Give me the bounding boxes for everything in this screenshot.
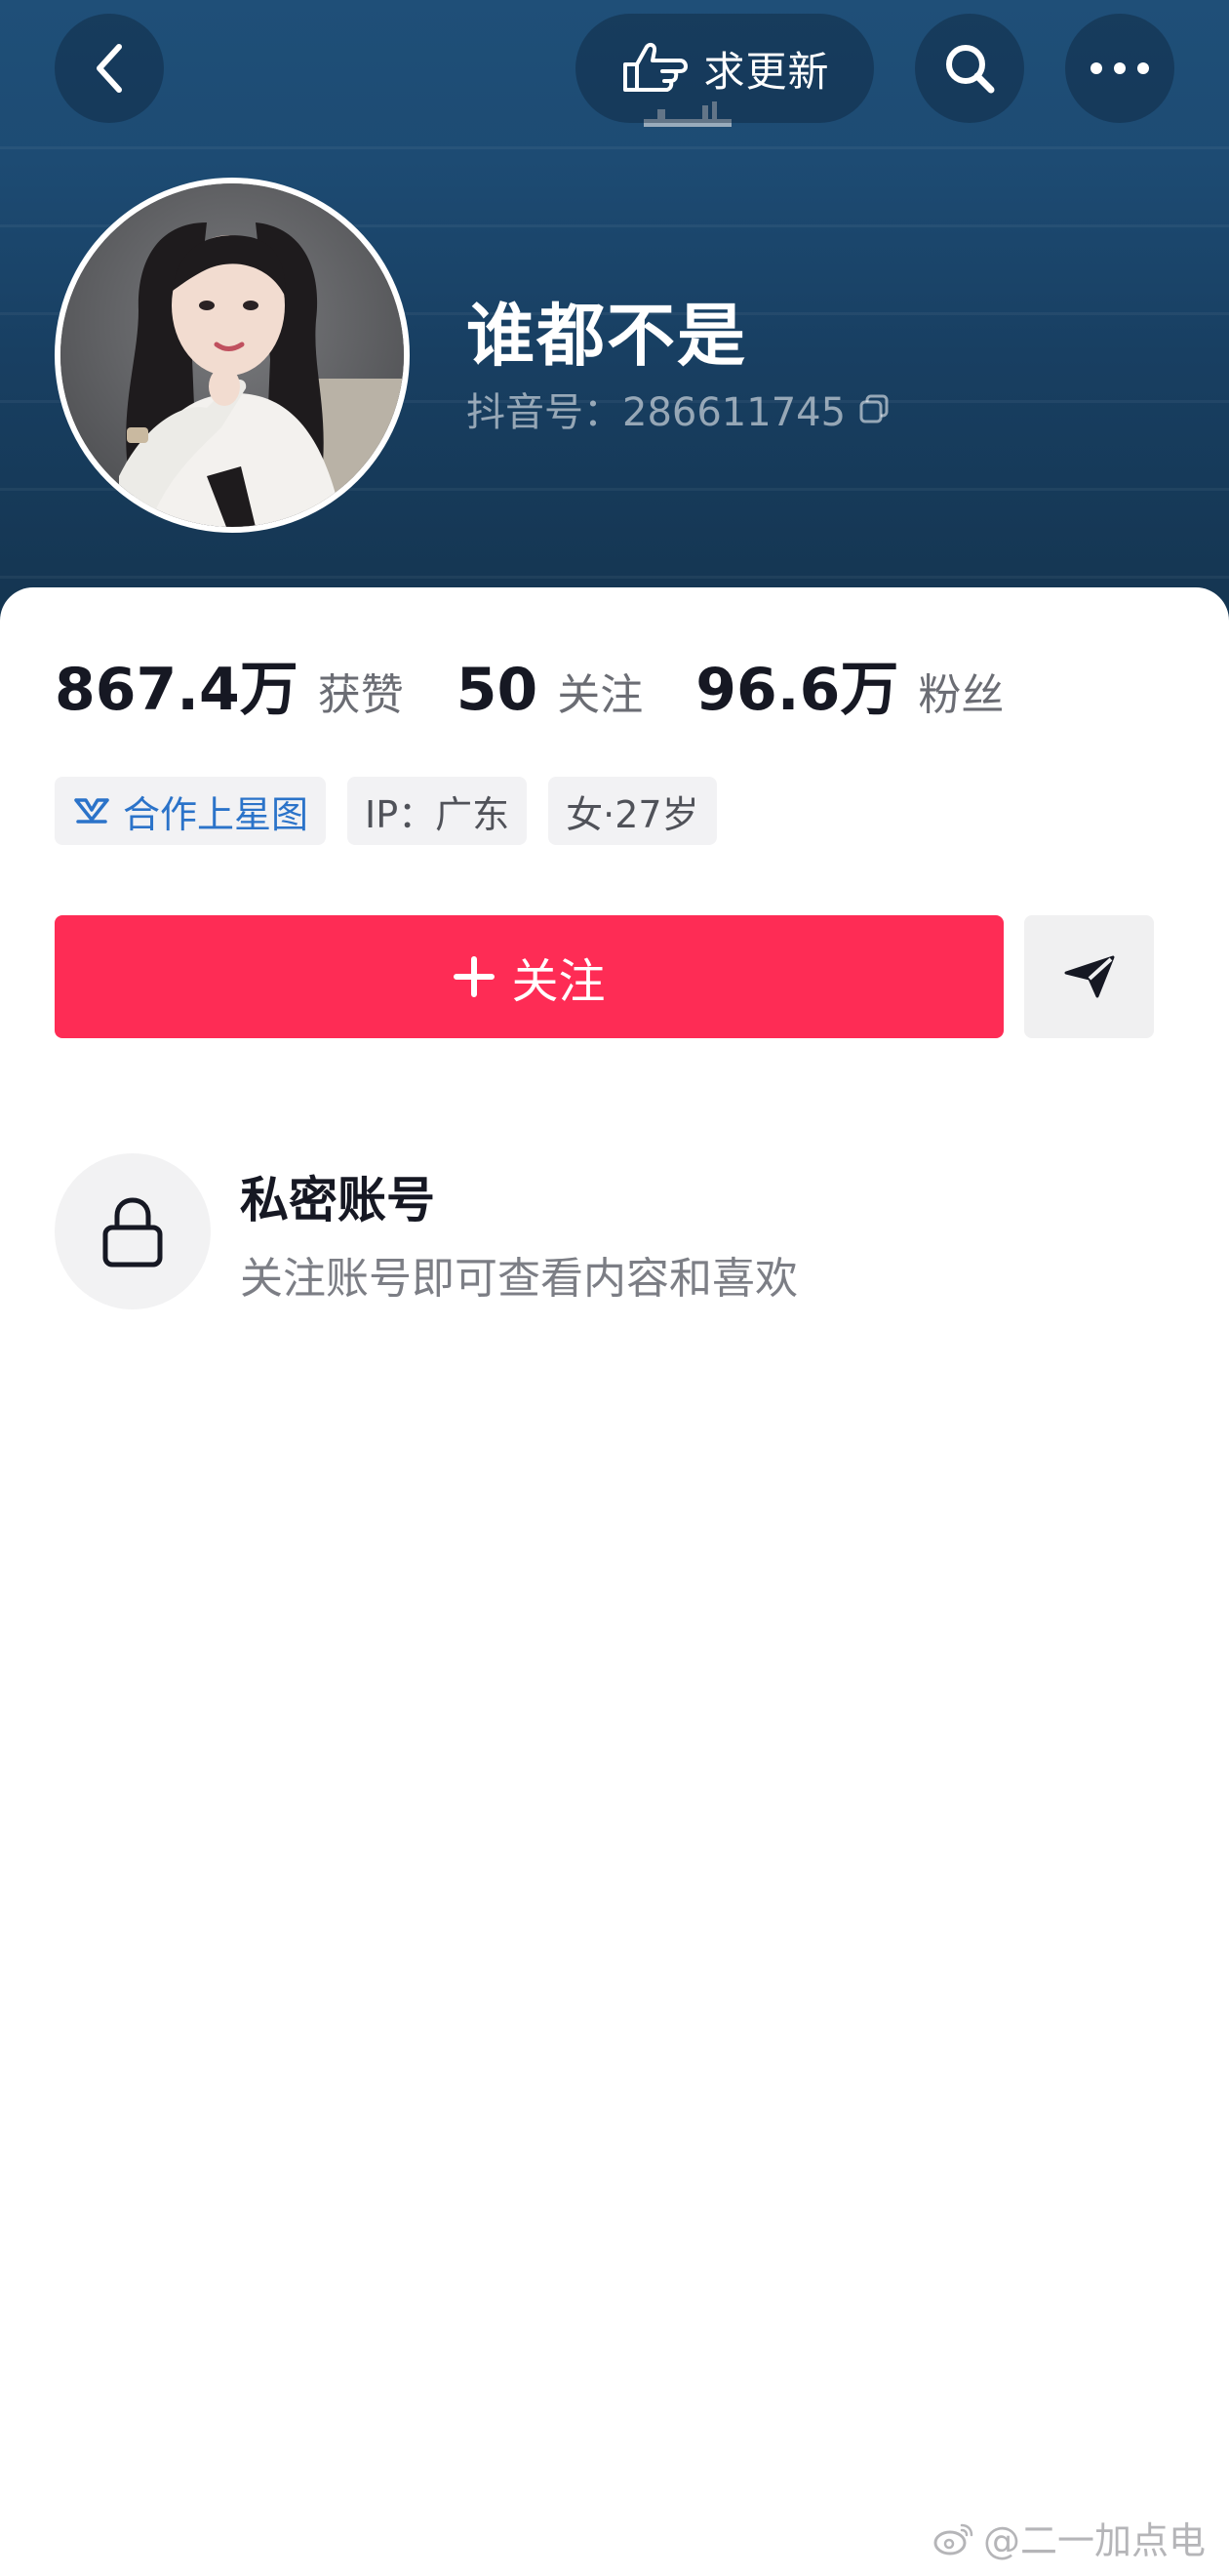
avatar[interactable] <box>55 178 410 533</box>
lock-badge <box>55 1153 211 1309</box>
stat-value: 50 <box>456 656 538 724</box>
stat-likes[interactable]: 867.4万 获赞 <box>55 642 404 727</box>
plus-icon <box>454 956 496 997</box>
send-icon <box>1064 955 1114 998</box>
stat-value: 96.6万 <box>695 656 899 724</box>
lock-icon <box>102 1197 163 1268</box>
profile-sheet: 867.4万 获赞 50 关注 96.6万 粉丝 合作上星图 IP：广东 女·2… <box>0 587 1229 2576</box>
request-update-label: 求更新 <box>703 47 830 96</box>
tag-ip: IP：广东 <box>347 777 528 845</box>
copy-icon[interactable] <box>857 392 891 425</box>
more-dots-icon <box>1090 62 1149 74</box>
request-update-button[interactable]: 求更新 <box>575 14 874 123</box>
follow-label: 关注 <box>511 954 606 1009</box>
stats-row: 867.4万 获赞 50 关注 96.6万 粉丝 <box>55 642 1056 727</box>
stat-value: 867.4万 <box>55 656 298 724</box>
search-icon <box>946 45 995 94</box>
stat-followers[interactable]: 96.6万 粉丝 <box>695 642 1004 727</box>
tag-label: 合作上星图 <box>123 792 309 836</box>
send-message-button[interactable] <box>1024 915 1154 1038</box>
private-account-subtitle: 关注账号即可查看内容和喜欢 <box>240 1254 798 1304</box>
more-button[interactable] <box>1065 14 1174 123</box>
stat-label: 关注 <box>557 670 644 720</box>
tag-label: IP：广东 <box>365 792 510 836</box>
avatar-photo <box>60 183 404 527</box>
profile-nickname: 谁都不是 <box>466 296 747 376</box>
chevron-left-icon <box>97 44 122 93</box>
watermark-text: @二一加点电 <box>982 2519 1206 2562</box>
weibo-icon <box>933 2523 973 2555</box>
xingtu-icon <box>74 798 109 824</box>
follow-button[interactable]: 关注 <box>55 915 1004 1038</box>
private-account-title: 私密账号 <box>240 1172 435 1228</box>
pointing-hand-icon <box>623 42 689 92</box>
tag-gender-age: 女·27岁 <box>548 777 717 845</box>
search-button[interactable] <box>915 14 1024 123</box>
douyin-id-text: 抖音号：286611745 <box>466 390 847 435</box>
profile-tags: 合作上星图 IP：广东 女·27岁 <box>55 777 738 845</box>
stat-label: 粉丝 <box>918 670 1005 720</box>
douyin-id[interactable]: 抖音号：286611745 <box>466 381 891 437</box>
watermark: @二一加点电 <box>932 2511 1206 2564</box>
tag-label: 女·27岁 <box>566 792 699 836</box>
stat-label: 获赞 <box>317 670 404 720</box>
tag-xingtu[interactable]: 合作上星图 <box>55 777 327 845</box>
back-button[interactable] <box>55 14 164 123</box>
stat-following[interactable]: 50 关注 <box>456 656 644 724</box>
